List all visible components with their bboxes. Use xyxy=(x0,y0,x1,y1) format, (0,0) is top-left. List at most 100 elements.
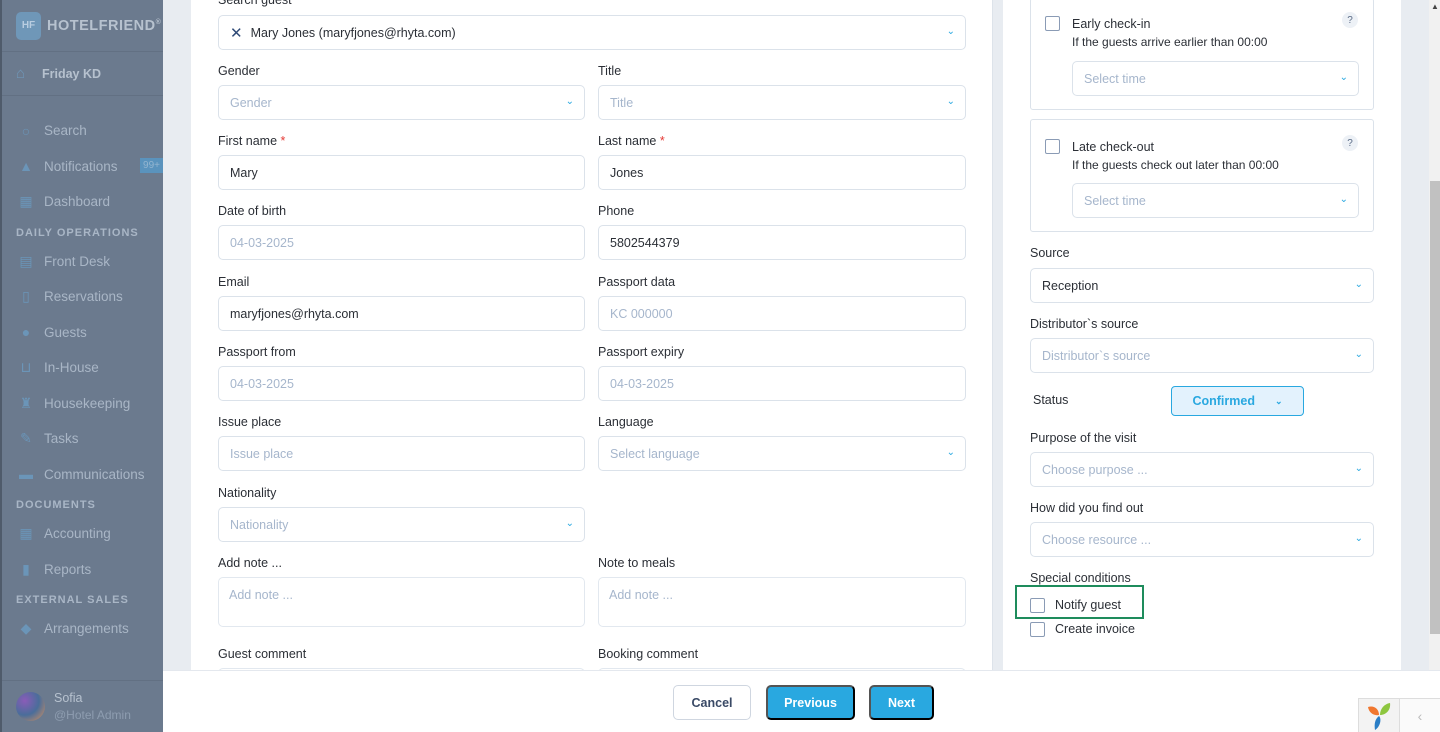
search-guest-label: Search guest xyxy=(218,0,292,7)
sidebar-item-label: Accounting xyxy=(44,526,111,542)
hotelfriend-logo-icon: HF xyxy=(16,11,41,40)
clear-guest-icon[interactable]: ✕ xyxy=(230,24,243,42)
first-name-label: First name * xyxy=(218,134,286,148)
sidebar-item-tasks[interactable]: ✎ Tasks xyxy=(2,421,163,457)
early-checkin-checkbox[interactable] xyxy=(1045,16,1060,31)
gender-placeholder: Gender xyxy=(230,95,272,110)
sidebar-item-accounting[interactable]: ▦ Accounting xyxy=(2,516,163,552)
search-guest-select[interactable]: ✕ Mary Jones (maryfjones@rhyta.com) ⌄ xyxy=(218,15,966,50)
chevron-down-icon: ⌄ xyxy=(565,518,574,529)
cart-icon: ⊔ xyxy=(20,359,32,376)
early-checkin-title: Early check-in xyxy=(1072,17,1151,31)
title-label: Title xyxy=(598,64,622,78)
note-meals-textarea[interactable]: Add note ... xyxy=(598,577,966,627)
create-invoice-checkbox[interactable] xyxy=(1030,622,1045,637)
sidebar-item-label: In-House xyxy=(44,360,99,376)
guest-comment-label: Guest comment xyxy=(218,647,307,661)
distributor-select[interactable]: Distributor`s source ⌄ xyxy=(1030,338,1374,373)
late-checkout-subtitle: If the guests check out later than 00:00 xyxy=(1072,158,1279,172)
gender-select[interactable]: Gender ⌄ xyxy=(218,85,585,120)
scrollbar-thumb[interactable] xyxy=(1430,181,1440,634)
sidebar: HF HOTELFRIEND® ⌂ Friday KD › ○ Search ▲… xyxy=(0,0,167,732)
previous-button[interactable]: Previous xyxy=(766,685,855,720)
sidebar-item-front-desk[interactable]: ▤ Front Desk xyxy=(2,244,163,280)
sidebar-item-label: Notifications xyxy=(44,158,118,174)
notify-guest-checkbox[interactable] xyxy=(1030,598,1045,613)
sidebar-item-label: Communications xyxy=(44,466,145,482)
phone-input[interactable]: 5802544379 xyxy=(598,225,966,260)
sidebar-item-arrangements[interactable]: ◆ Arrangements xyxy=(2,611,163,647)
sidebar-item-in-house[interactable]: ⊔ In-House xyxy=(2,350,163,386)
nationality-select[interactable]: Nationality ⌄ xyxy=(218,507,585,542)
early-checkin-box: Early check-in If the guests arrive earl… xyxy=(1030,0,1374,110)
create-invoice-label[interactable]: Create invoice xyxy=(1055,622,1135,636)
yii-debug-toolbar-logo[interactable] xyxy=(1358,698,1400,732)
passport-data-label: Passport data xyxy=(598,275,676,289)
last-name-input[interactable]: Jones xyxy=(598,155,966,190)
early-checkin-subtitle: If the guests arrive earlier than 00:00 xyxy=(1072,35,1268,49)
language-placeholder: Select language xyxy=(610,446,700,461)
wrench-icon: ✎ xyxy=(20,430,32,447)
select-time-placeholder: Select time xyxy=(1084,193,1146,208)
cancel-button[interactable]: Cancel xyxy=(673,685,751,720)
first-name-input[interactable]: Mary xyxy=(218,155,585,190)
sidebar-item-reports[interactable]: ▮ Reports xyxy=(2,552,163,588)
late-checkout-time-select[interactable]: Select time ⌄ xyxy=(1072,183,1359,218)
late-checkout-box: Late check-out If the guests check out l… xyxy=(1030,119,1374,232)
clipboard-icon: ▮ xyxy=(22,560,30,577)
add-note-label: Add note ... xyxy=(218,556,282,570)
sidebar-item-notifications[interactable]: ▲ Notifications 99+ xyxy=(2,149,163,185)
logo[interactable]: HF HOTELFRIEND® xyxy=(2,0,163,52)
source-label: Source xyxy=(1030,246,1070,260)
passport-from-input[interactable]: 04-03-2025 xyxy=(218,366,585,401)
page-scrollbar[interactable]: ▲ xyxy=(1429,0,1440,670)
dob-input[interactable]: 04-03-2025 xyxy=(218,225,585,260)
sidebar-item-label: Front Desk xyxy=(44,253,111,269)
status-dropdown[interactable]: Confirmed ⌄ xyxy=(1171,386,1304,416)
sidebar-item-label: Guests xyxy=(44,324,87,340)
chevron-down-icon: ⌄ xyxy=(565,96,574,107)
issue-place-label: Issue place xyxy=(218,415,282,429)
language-select[interactable]: Select language ⌄ xyxy=(598,436,966,471)
source-select[interactable]: Reception ⌄ xyxy=(1030,268,1374,303)
late-checkout-checkbox[interactable] xyxy=(1045,139,1060,154)
source-value: Reception xyxy=(1042,278,1099,293)
debug-toolbar-collapse-icon[interactable]: ‹ xyxy=(1400,698,1440,732)
passport-data-input[interactable]: KC 000000 xyxy=(598,296,966,331)
sidebar-item-reservations[interactable]: ▯ Reservations xyxy=(2,279,163,315)
purpose-label: Purpose of the visit xyxy=(1030,431,1137,445)
add-note-textarea[interactable]: Add note ... xyxy=(218,577,585,627)
bell-icon: ▲ xyxy=(19,158,33,175)
chevron-down-icon: ⌄ xyxy=(1274,395,1283,406)
notify-guest-label[interactable]: Notify guest xyxy=(1055,598,1121,612)
title-select[interactable]: Title ⌄ xyxy=(598,85,966,120)
purpose-select[interactable]: Choose purpose ... ⌄ xyxy=(1030,452,1374,487)
early-checkin-time-select[interactable]: Select time ⌄ xyxy=(1072,61,1359,96)
panel-divider xyxy=(993,0,1003,670)
sidebar-item-housekeeping[interactable]: ♜ Housekeeping xyxy=(2,386,163,422)
passport-expiry-input[interactable]: 04-03-2025 xyxy=(598,366,966,401)
find-out-select[interactable]: Choose resource ... ⌄ xyxy=(1030,522,1374,557)
section-daily-operations: DAILY OPERATIONS xyxy=(16,226,139,239)
document-icon: ▯ xyxy=(22,288,30,305)
help-icon[interactable]: ? xyxy=(1342,12,1358,28)
person-icon: ● xyxy=(21,324,31,341)
help-icon[interactable]: ? xyxy=(1342,135,1358,151)
hotel-selector[interactable]: ⌂ Friday KD › xyxy=(2,52,167,96)
scroll-up-arrow-icon[interactable]: ▲ xyxy=(1431,2,1439,11)
user-profile[interactable]: Sofia @Hotel Admin xyxy=(2,680,163,732)
find-out-label: How did you find out xyxy=(1030,501,1144,515)
issue-place-input[interactable]: Issue place xyxy=(218,436,585,471)
title-placeholder: Title xyxy=(610,95,634,110)
sidebar-item-guests[interactable]: ● Guests xyxy=(2,315,163,351)
email-input[interactable]: maryfjones@rhyta.com xyxy=(218,296,585,331)
hotel-name: Friday KD xyxy=(42,66,102,81)
form-footer: Cancel Previous Next ‹ xyxy=(163,670,1440,732)
sidebar-item-search[interactable]: ○ Search xyxy=(2,113,163,149)
sidebar-item-dashboard[interactable]: ▦ Dashboard xyxy=(2,184,163,220)
passport-from-label: Passport from xyxy=(218,345,296,359)
notifications-badge: 99+ xyxy=(140,157,163,173)
tag-icon: ◆ xyxy=(20,620,32,637)
sidebar-item-communications[interactable]: ▬ Communications xyxy=(2,457,163,493)
next-button[interactable]: Next xyxy=(869,685,934,720)
